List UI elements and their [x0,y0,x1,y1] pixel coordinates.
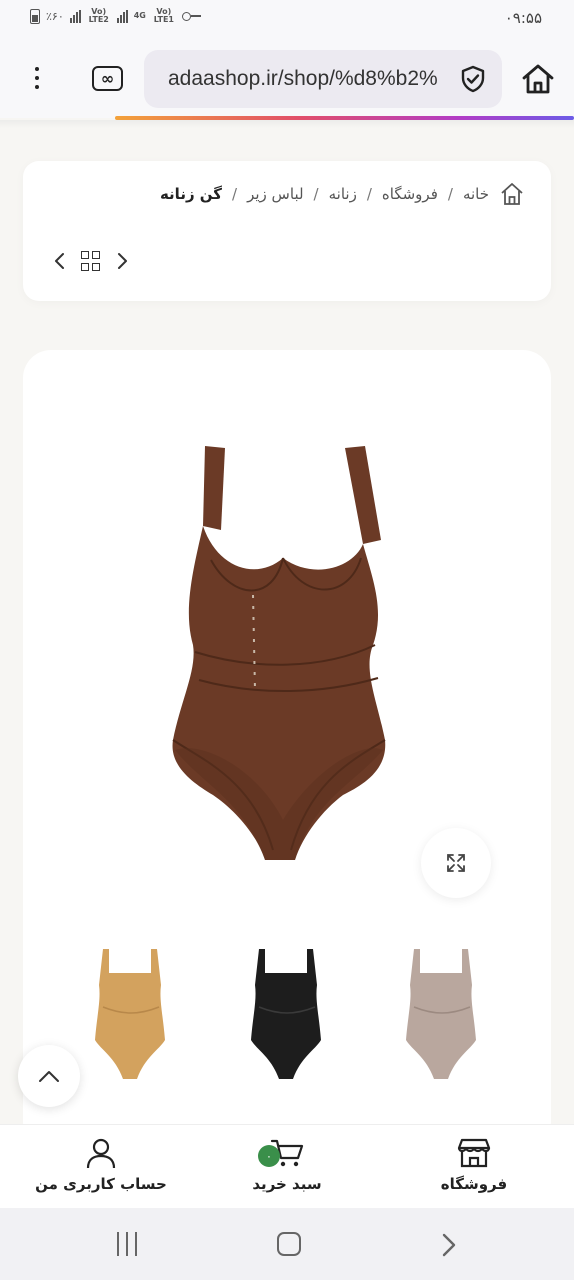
browser-toolbar: ∞ adaashop.ir/shop/%d8%b2% [0,38,574,118]
system-home-icon[interactable] [277,1232,301,1256]
status-bar: ٪۶۰ Vo) LTE2 4G Vo) LTE1 ۰۹:۵۵ [0,0,574,38]
breadcrumb-separator: / [232,185,238,203]
sim1-label: Vo) LTE2 [88,7,109,24]
system-navigation-bar [0,1208,574,1280]
bottom-navigation: فروشگاه ۰ سبد خرید حساب کاربری من [0,1124,574,1208]
nav-account[interactable]: حساب کاربری من [35,1137,167,1193]
network-type: 4G [133,11,146,20]
breadcrumb-home[interactable]: خانه [463,185,489,203]
breadcrumb: خانه / فروشگاه / زنانه / لباس زیر / گن ز… [160,181,525,207]
url-text[interactable]: adaashop.ir/shop/%d8%b2% [168,67,440,91]
menu-dots-icon[interactable] [22,56,52,100]
battery-level: ٪۶۰ [46,9,64,23]
breadcrumb-underwear[interactable]: لباس زیر [247,185,303,203]
product-main-image[interactable] [163,440,423,870]
breadcrumb-shop[interactable]: فروشگاه [382,185,438,203]
cart-count-badge: ۰ [258,1145,280,1167]
thumbnail-gray[interactable] [404,945,478,1081]
address-bar[interactable]: adaashop.ir/shop/%d8%b2% [144,50,502,108]
nav-shop-label: فروشگاه [440,1175,508,1193]
breadcrumb-separator: / [366,185,372,203]
battery-icon [30,8,40,24]
sim2-label: Vo) LTE1 [153,7,174,24]
back-icon[interactable] [440,1232,458,1258]
zoom-button[interactable] [421,828,491,898]
chevron-left-icon[interactable] [53,251,67,271]
scroll-to-top-button[interactable] [18,1045,80,1107]
home-icon[interactable] [520,62,556,96]
tabs-icon[interactable]: ∞ [92,66,123,91]
recent-apps-icon[interactable] [117,1232,141,1256]
product-navigation [53,251,129,271]
chevron-right-icon[interactable] [115,251,129,271]
breadcrumb-card: خانه / فروشگاه / زنانه / لباس زیر / گن ز… [23,161,551,301]
breadcrumb-separator: / [447,185,453,203]
status-indicators: ٪۶۰ Vo) LTE2 4G Vo) LTE1 [30,8,202,24]
clock: ۰۹:۵۵ [504,9,542,27]
breadcrumb-current: گن زنانه [159,185,223,203]
chevron-up-icon [39,1071,59,1082]
expand-icon [447,854,465,872]
nav-cart[interactable]: ۰ سبد خرید [252,1137,322,1193]
toolbar-shadow [0,120,574,128]
thumbnail-black[interactable] [249,945,323,1081]
thumbnail-tan[interactable] [93,945,167,1081]
home-icon[interactable] [499,181,525,207]
grid-icon[interactable] [81,251,101,271]
vpn-key-icon [181,11,202,21]
shield-check-icon[interactable] [458,64,488,94]
breadcrumb-separator: / [313,185,319,203]
nav-cart-label: سبد خرید [252,1175,322,1193]
nav-account-label: حساب کاربری من [35,1175,167,1193]
breadcrumb-women[interactable]: زنانه [329,185,357,203]
signal-icon [69,9,81,23]
store-icon [457,1138,491,1168]
signal-icon [116,9,128,23]
product-gallery-card [23,350,551,1150]
nav-shop[interactable]: فروشگاه [440,1137,508,1193]
user-icon [86,1138,116,1169]
